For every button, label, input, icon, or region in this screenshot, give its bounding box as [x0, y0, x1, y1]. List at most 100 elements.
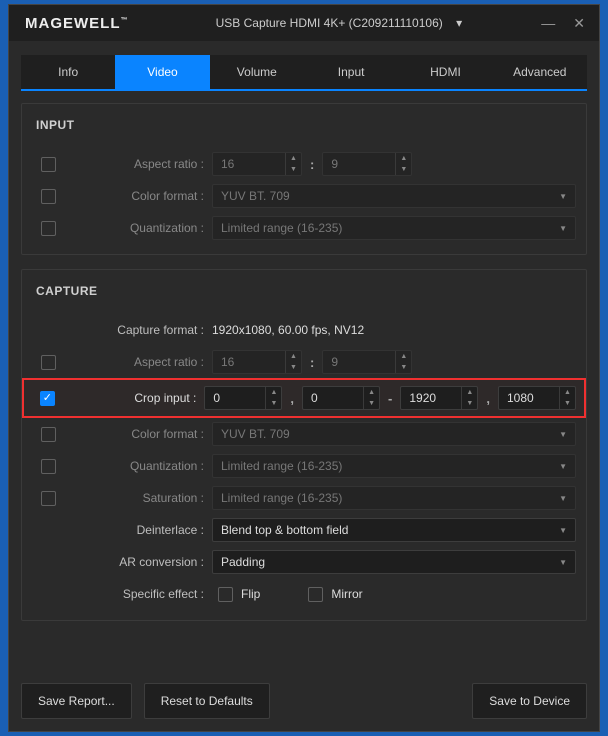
- tab-hdmi[interactable]: HDMI: [398, 55, 492, 89]
- label-flip: Flip: [241, 587, 260, 601]
- footer: Save Report... Reset to Defaults Save to…: [9, 671, 599, 731]
- save-report-button[interactable]: Save Report...: [21, 683, 132, 719]
- checkbox-input-quantization[interactable]: [41, 221, 56, 236]
- label-capture-quantization: Quantization :: [64, 459, 212, 473]
- spin-crop-y[interactable]: 0 ▲▼: [302, 386, 380, 410]
- spin-input-aspect-w[interactable]: 16 ▲▼: [212, 152, 302, 176]
- chevron-down-icon[interactable]: ▼: [396, 164, 411, 175]
- chevron-down-icon: ▼: [559, 462, 567, 471]
- label-input-quantization: Quantization :: [64, 221, 212, 235]
- reset-defaults-button[interactable]: Reset to Defaults: [144, 683, 270, 719]
- chevron-down-icon: ▼: [559, 430, 567, 439]
- chevron-down-icon[interactable]: ▼: [286, 362, 301, 373]
- row-ar-conversion: AR conversion : Padding ▼: [22, 546, 586, 578]
- panel-area: INPUT Aspect ratio : 16 ▲▼ : 9 ▲▼: [9, 91, 599, 671]
- spin-crop-w[interactable]: 1920 ▲▼: [400, 386, 478, 410]
- label-crop-input: Crop input :: [63, 391, 205, 405]
- app-window: MAGEWELL™ USB Capture HDMI 4K+ (C2092111…: [8, 4, 600, 732]
- checkbox-capture-quantization[interactable]: [41, 459, 56, 474]
- row-specific-effect: Specific effect : Flip Mirror: [22, 578, 586, 610]
- close-button[interactable]: ✕: [573, 16, 585, 30]
- spin-capture-aspect-h[interactable]: 9 ▲▼: [322, 350, 412, 374]
- device-name: USB Capture HDMI 4K+ (C209211110106): [216, 16, 443, 30]
- section-capture: CAPTURE Capture format : 1920x1080, 60.0…: [21, 269, 587, 621]
- chevron-down-icon: ▼: [559, 494, 567, 503]
- label-deinterlace: Deinterlace :: [64, 523, 212, 537]
- checkbox-saturation[interactable]: [41, 491, 56, 506]
- section-capture-title: CAPTURE: [22, 270, 586, 314]
- checkbox-capture-aspect-ratio[interactable]: [41, 355, 56, 370]
- label-capture-aspect-ratio: Aspect ratio :: [64, 355, 212, 369]
- spin-crop-x[interactable]: 0 ▲▼: [204, 386, 282, 410]
- tab-bar: Info Video Volume Input HDMI Advanced: [21, 55, 587, 91]
- label-input-aspect-ratio: Aspect ratio :: [64, 157, 212, 171]
- row-input-color-format: Color format : YUV BT. 709 ▼: [22, 180, 586, 212]
- row-capture-quantization: Quantization : Limited range (16-235) ▼: [22, 450, 586, 482]
- tab-volume[interactable]: Volume: [210, 55, 304, 89]
- row-capture-aspect-ratio: Aspect ratio : 16 ▲▼ : 9 ▲▼: [22, 346, 586, 378]
- chevron-up-icon[interactable]: ▲: [364, 387, 379, 398]
- section-input: INPUT Aspect ratio : 16 ▲▼ : 9 ▲▼: [21, 103, 587, 255]
- select-capture-quantization[interactable]: Limited range (16-235) ▼: [212, 454, 576, 478]
- select-saturation[interactable]: Limited range (16-235) ▼: [212, 486, 576, 510]
- select-capture-color-format[interactable]: YUV BT. 709 ▼: [212, 422, 576, 446]
- titlebar: MAGEWELL™ USB Capture HDMI 4K+ (C2092111…: [9, 5, 599, 41]
- chevron-down-icon: ▼: [559, 526, 567, 535]
- spin-crop-h[interactable]: 1080 ▲▼: [498, 386, 576, 410]
- checkbox-capture-color-format[interactable]: [41, 427, 56, 442]
- select-ar-conversion[interactable]: Padding ▼: [212, 550, 576, 574]
- chevron-up-icon[interactable]: ▲: [286, 351, 301, 362]
- device-selector[interactable]: USB Capture HDMI 4K+ (C209211110106) ▾: [137, 16, 542, 30]
- comma-separator: ,: [484, 391, 492, 406]
- chevron-down-icon[interactable]: ▼: [286, 164, 301, 175]
- checkbox-flip[interactable]: [218, 587, 233, 602]
- chevron-down-icon[interactable]: ▼: [266, 398, 281, 409]
- comma-separator: ,: [288, 391, 296, 406]
- chevron-up-icon[interactable]: ▲: [396, 351, 411, 362]
- row-input-quantization: Quantization : Limited range (16-235) ▼: [22, 212, 586, 244]
- dash-separator: -: [386, 391, 394, 406]
- app-logo: MAGEWELL™: [17, 15, 137, 32]
- row-input-aspect-ratio: Aspect ratio : 16 ▲▼ : 9 ▲▼: [22, 148, 586, 180]
- select-input-quantization[interactable]: Limited range (16-235) ▼: [212, 216, 576, 240]
- aspect-separator: :: [308, 355, 316, 370]
- tab-input[interactable]: Input: [304, 55, 398, 89]
- row-saturation: Saturation : Limited range (16-235) ▼: [22, 482, 586, 514]
- select-deinterlace[interactable]: Blend top & bottom field ▼: [212, 518, 576, 542]
- chevron-up-icon[interactable]: ▲: [560, 387, 575, 398]
- tab-info[interactable]: Info: [21, 55, 115, 89]
- section-input-title: INPUT: [22, 104, 586, 148]
- row-capture-format: Capture format : 1920x1080, 60.00 fps, N…: [22, 314, 586, 346]
- checkbox-crop-input[interactable]: ✓: [40, 391, 55, 406]
- label-input-color-format: Color format :: [64, 189, 212, 203]
- spin-input-aspect-h[interactable]: 9 ▲▼: [322, 152, 412, 176]
- minimize-button[interactable]: —: [541, 16, 555, 30]
- aspect-separator: :: [308, 157, 316, 172]
- select-input-color-format[interactable]: YUV BT. 709 ▼: [212, 184, 576, 208]
- row-capture-color-format: Color format : YUV BT. 709 ▼: [22, 418, 586, 450]
- chevron-up-icon[interactable]: ▲: [266, 387, 281, 398]
- spin-capture-aspect-w[interactable]: 16 ▲▼: [212, 350, 302, 374]
- label-saturation: Saturation :: [64, 491, 212, 505]
- value-capture-format: 1920x1080, 60.00 fps, NV12: [212, 323, 364, 337]
- checkbox-mirror[interactable]: [308, 587, 323, 602]
- checkbox-input-color-format[interactable]: [41, 189, 56, 204]
- chevron-down-icon: ▼: [559, 224, 567, 233]
- chevron-up-icon[interactable]: ▲: [462, 387, 477, 398]
- checkbox-input-aspect-ratio[interactable]: [41, 157, 56, 172]
- chevron-up-icon[interactable]: ▲: [396, 153, 411, 164]
- label-specific-effect: Specific effect :: [64, 587, 212, 601]
- chevron-down-icon: ▼: [559, 192, 567, 201]
- save-to-device-button[interactable]: Save to Device: [472, 683, 587, 719]
- chevron-down-icon[interactable]: ▼: [396, 362, 411, 373]
- row-crop-input: ✓ Crop input : 0 ▲▼ , 0 ▲▼ - 1920 ▲▼: [22, 378, 586, 418]
- chevron-down-icon: ▾: [456, 16, 462, 30]
- tab-advanced[interactable]: Advanced: [493, 55, 587, 89]
- chevron-down-icon[interactable]: ▼: [462, 398, 477, 409]
- chevron-up-icon[interactable]: ▲: [286, 153, 301, 164]
- label-capture-format: Capture format :: [64, 323, 212, 337]
- chevron-down-icon[interactable]: ▼: [560, 398, 575, 409]
- tab-video[interactable]: Video: [115, 55, 209, 89]
- chevron-down-icon[interactable]: ▼: [364, 398, 379, 409]
- label-ar-conversion: AR conversion :: [64, 555, 212, 569]
